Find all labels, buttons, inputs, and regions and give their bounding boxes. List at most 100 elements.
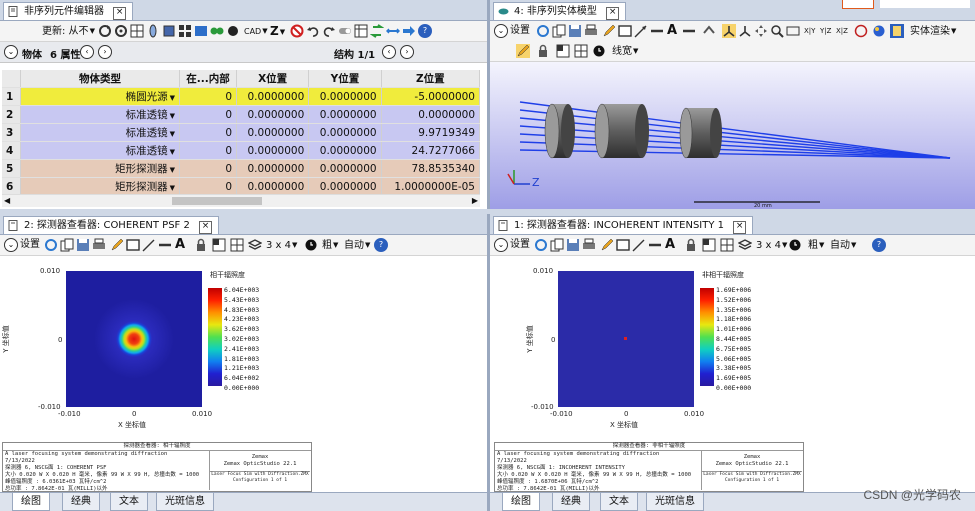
table-row[interactable]: 2 标准透镜 ▼ 0 0.0000000 0.0000000 0.0000000: [2, 105, 481, 124]
rectangle-icon[interactable]: [618, 24, 632, 38]
inside-cell[interactable]: 0: [179, 87, 237, 106]
render-dropdown[interactable]: 实体渲染▼: [910, 24, 956, 38]
table-row[interactable]: 3 标准透镜 ▼ 0 0.0000000 0.0000000 9.9719349: [2, 123, 481, 142]
help-icon[interactable]: ?: [872, 238, 886, 252]
y-cell[interactable]: 0.0000000: [308, 177, 382, 196]
arrow-line-icon[interactable]: [634, 24, 648, 38]
auto-dropdown[interactable]: 自动▼: [830, 238, 856, 252]
print-icon[interactable]: [582, 238, 596, 252]
clock-icon[interactable]: [788, 238, 802, 252]
collapse-icon[interactable]: ⌄: [4, 45, 18, 59]
tab-spot-info[interactable]: 光斑信息: [646, 493, 704, 511]
rectangle-icon[interactable]: [616, 238, 630, 252]
inside-cell[interactable]: 0: [179, 177, 237, 196]
settings-button[interactable]: 设置: [510, 24, 530, 38]
inside-cell[interactable]: 0: [179, 105, 237, 124]
reset-view-icon[interactable]: [854, 24, 868, 38]
line-icon[interactable]: [648, 238, 662, 252]
copy-icon[interactable]: [552, 24, 566, 38]
header-z[interactable]: Z位置: [381, 70, 481, 88]
text-icon[interactable]: A: [667, 24, 677, 38]
clock-icon[interactable]: [304, 238, 318, 252]
close-icon[interactable]: ×: [733, 221, 747, 234]
dropdown-icon[interactable]: ▼: [170, 184, 175, 192]
grid-icon[interactable]: [130, 24, 144, 38]
horizontal-scrollbar[interactable]: ◀ ▶: [2, 194, 480, 207]
y-cell[interactable]: 0.0000000: [308, 87, 382, 106]
line-width-dropdown[interactable]: 线宽▼: [612, 44, 638, 58]
layers-icon[interactable]: [738, 238, 752, 252]
auto-dropdown[interactable]: 自动▼: [344, 238, 370, 252]
collapse-icon[interactable]: ⌄: [494, 24, 508, 38]
horizontal-splitter[interactable]: [0, 209, 975, 214]
inside-cell[interactable]: 0: [179, 141, 237, 160]
lock-icon[interactable]: [194, 238, 208, 252]
psf-plot[interactable]: [66, 271, 202, 407]
pencil-icon[interactable]: [600, 238, 614, 252]
z-cell[interactable]: 24.7277066: [381, 141, 481, 160]
preview-icon[interactable]: [890, 24, 904, 38]
grid-icon[interactable]: [230, 238, 244, 252]
close-icon[interactable]: ×: [199, 221, 213, 234]
spheres-icon[interactable]: [210, 24, 224, 38]
refresh-icon[interactable]: [536, 24, 550, 38]
prev-icon[interactable]: ‹: [80, 45, 94, 59]
y-cell[interactable]: 0.0000000: [308, 159, 382, 178]
object-type-cell[interactable]: 标准透镜 ▼: [20, 123, 180, 142]
save-icon[interactable]: [566, 238, 580, 252]
grid-icon[interactable]: [720, 238, 734, 252]
dropdown-icon[interactable]: ▼: [170, 148, 175, 156]
editor-tab[interactable]: 非序列元件编辑器 ×: [3, 2, 134, 20]
color-icon[interactable]: [872, 24, 886, 38]
y-cell[interactable]: 0.0000000: [308, 105, 382, 124]
pan-icon[interactable]: [754, 24, 768, 38]
tab-plot[interactable]: 绘图: [12, 493, 50, 511]
vertical-splitter[interactable]: [487, 0, 490, 511]
next-icon[interactable]: ›: [98, 45, 112, 59]
tab-text[interactable]: 文本: [600, 493, 638, 511]
pencil-icon[interactable]: [110, 238, 124, 252]
table-row[interactable]: 6 矩形探测器 ▼ 0 0.0000000 0.0000000 1.0000000…: [2, 177, 481, 196]
convert-icon[interactable]: [370, 24, 384, 38]
header-x[interactable]: X位置: [236, 70, 310, 88]
print-icon[interactable]: [92, 238, 106, 252]
inside-cell[interactable]: 0: [179, 159, 237, 178]
pencil-icon[interactable]: [516, 44, 530, 58]
close-icon[interactable]: ×: [606, 7, 620, 20]
intensity-tab[interactable]: 1: 探测器查看器: INCOHERENT INTENSITY 1 ×: [493, 216, 754, 234]
text-icon[interactable]: A: [175, 238, 185, 252]
z-cell[interactable]: 9.9719349: [381, 123, 481, 142]
ignore-icon[interactable]: [290, 24, 304, 38]
layout-grid-dropdown[interactable]: 3 x 4▼: [756, 238, 787, 252]
dropdown-icon[interactable]: ▼: [170, 94, 175, 102]
dropdown-icon[interactable]: ▼: [170, 166, 175, 174]
copy-icon[interactable]: [550, 238, 564, 252]
axes-icon[interactable]: [722, 24, 736, 38]
arrow-right-icon[interactable]: [402, 24, 416, 38]
lock-icon[interactable]: [684, 238, 698, 252]
redo-icon[interactable]: [322, 24, 336, 38]
table-row[interactable]: 4 标准透镜 ▼ 0 0.0000000 0.0000000 24.7277066: [2, 141, 481, 160]
tab-text[interactable]: 文本: [110, 493, 148, 511]
rotate-icon[interactable]: [702, 24, 716, 38]
dash-icon[interactable]: [682, 24, 696, 38]
view-xz-button[interactable]: X|Z: [836, 24, 848, 38]
toggle-icon[interactable]: [338, 24, 352, 38]
layers-icon[interactable]: [248, 238, 262, 252]
refresh-icon[interactable]: [534, 238, 548, 252]
refresh-icon[interactable]: [44, 238, 58, 252]
thickness-dropdown[interactable]: 粗▼: [322, 238, 338, 252]
object-type-cell[interactable]: 矩形探测器 ▼: [20, 177, 180, 196]
lock-icon[interactable]: [536, 44, 550, 58]
object-type-cell[interactable]: 标准透镜 ▼: [20, 141, 180, 160]
layout-icon[interactable]: [178, 24, 192, 38]
inside-cell[interactable]: 0: [179, 123, 237, 142]
copy-icon[interactable]: [60, 238, 74, 252]
tab-classic[interactable]: 经典: [62, 493, 100, 511]
x-cell[interactable]: 0.0000000: [236, 159, 310, 178]
x-cell[interactable]: 0.0000000: [236, 87, 310, 106]
header-y[interactable]: Y位置: [308, 70, 382, 88]
line-icon[interactable]: [650, 24, 664, 38]
settings-button[interactable]: 设置: [20, 238, 40, 252]
window-icon[interactable]: [702, 238, 716, 252]
